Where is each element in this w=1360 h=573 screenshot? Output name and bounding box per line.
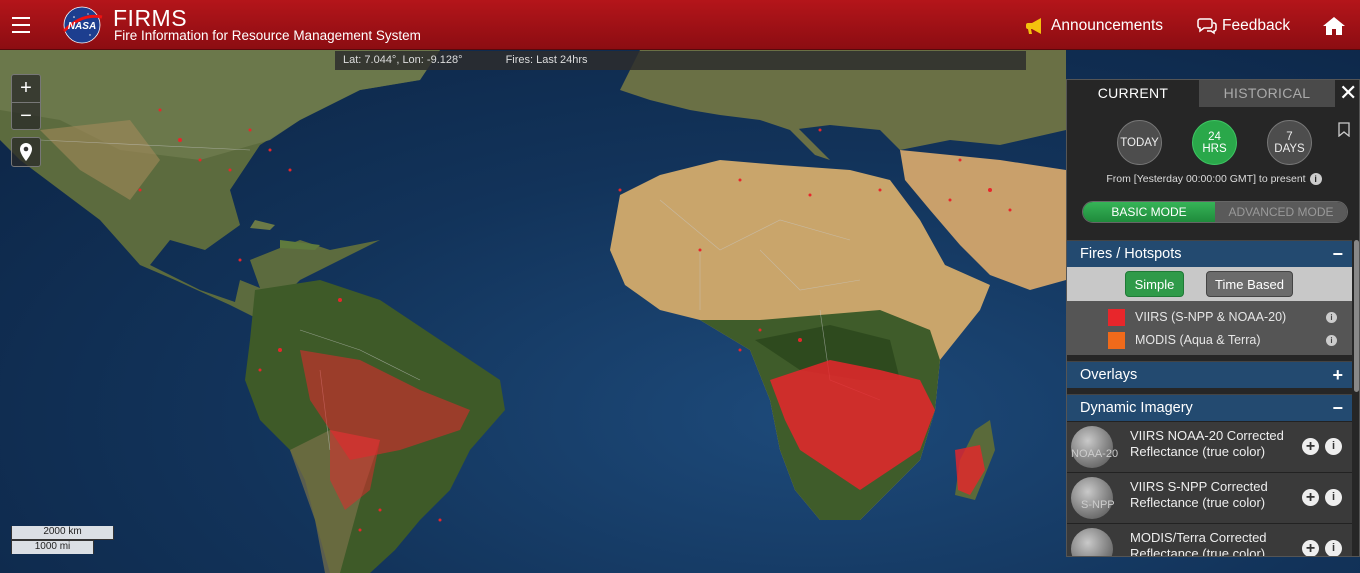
info-icon[interactable]: i <box>1325 540 1342 556</box>
imagery-item[interactable]: MODIS/Terra Corrected Reflectance (true … <box>1067 523 1352 557</box>
top-header: NASA FIRMS Fire Information for Resource… <box>0 0 1360 50</box>
today-button[interactable]: TODAY <box>1117 120 1162 165</box>
imagery-name: MODIS/Terra Corrected Reflectance (true … <box>1130 530 1267 557</box>
scale-bar-mi: 1000 mi <box>11 540 94 554</box>
location-pin-icon <box>20 143 32 161</box>
info-icon[interactable]: i <box>1325 438 1342 455</box>
home-icon[interactable] <box>1322 16 1346 36</box>
time-range-text: From [Yesterday 00:00:00 GMT] to present <box>1106 173 1306 185</box>
info-icon[interactable]: i <box>1326 335 1337 346</box>
announcements-button[interactable]: Announcements <box>1026 17 1163 35</box>
feedback-label: Feedback <box>1222 17 1291 34</box>
modis-label: MODIS (Aqua & Terra) <box>1135 333 1261 347</box>
zoom-out-button[interactable]: − <box>12 102 40 129</box>
chat-bubbles-icon <box>1197 18 1217 35</box>
tab-current[interactable]: CURRENT <box>1067 80 1199 107</box>
today-label: TODAY <box>1120 136 1159 149</box>
nasa-logo[interactable]: NASA <box>60 5 104 45</box>
7days-button[interactable]: 7 DAYS <box>1267 120 1312 165</box>
add-layer-button[interactable]: + <box>1302 489 1319 506</box>
megaphone-icon <box>1026 18 1041 34</box>
viirs-label: VIIRS (S-NPP & NOAA-20) <box>1135 310 1287 324</box>
locate-button[interactable] <box>11 137 41 167</box>
viirs-swatch <box>1108 308 1125 326</box>
legend-modis[interactable]: MODIS (Aqua & Terra) <box>1108 331 1261 349</box>
panel-scrollbar[interactable] <box>1354 240 1359 392</box>
24hrs-button[interactable]: 24 HRS <box>1192 120 1237 165</box>
globe-thumbnail <box>1071 426 1113 468</box>
expand-icon[interactable]: + <box>1332 362 1343 389</box>
time-based-button[interactable]: Time Based <box>1206 271 1293 297</box>
feedback-button[interactable]: Feedback <box>1197 17 1290 35</box>
basic-mode-button[interactable]: BASIC MODE <box>1083 202 1215 222</box>
fires-timespan-text: Fires: Last 24hrs <box>505 54 588 66</box>
thumbnail-label: NOAA-20 <box>1071 448 1119 460</box>
modis-swatch <box>1108 331 1125 349</box>
info-icon[interactable]: i <box>1325 489 1342 506</box>
imagery-name: VIIRS NOAA-20 Corrected Reflectance (tru… <box>1130 428 1284 459</box>
lat-lon-text: Lat: 7.044°, Lon: -9.128° <box>343 54 463 66</box>
fires-hotspots-header[interactable]: Fires / Hotspots − <box>1067 240 1352 267</box>
24hrs-unit: HRS <box>1202 142 1227 155</box>
imagery-item[interactable]: NOAA-20 VIIRS NOAA-20 Corrected Reflecta… <box>1067 421 1352 472</box>
thumbnail-label: S-NPP <box>1081 499 1115 511</box>
7days-unit: DAYS <box>1274 142 1305 155</box>
menu-icon[interactable] <box>12 17 30 33</box>
overlays-header[interactable]: Overlays + <box>1067 361 1352 388</box>
globe-thumbnail <box>1071 528 1113 556</box>
bookmark-icon[interactable] <box>1338 122 1350 137</box>
info-icon[interactable]: i <box>1309 173 1322 185</box>
zoom-in-button[interactable]: + <box>12 75 40 102</box>
overlays-title: Overlays <box>1080 367 1138 383</box>
announcements-label: Announcements <box>1051 17 1164 34</box>
dynamic-imagery-title: Dynamic Imagery <box>1080 400 1193 416</box>
coordinate-readout: Lat: 7.044°, Lon: -9.128° Fires: Last 24… <box>335 51 1026 70</box>
dynamic-imagery-header[interactable]: Dynamic Imagery − <box>1067 394 1352 421</box>
scale-bar-km: 2000 km <box>11 526 114 540</box>
globe-thumbnail <box>1071 477 1113 519</box>
time-range-note: From [Yesterday 00:00:00 GMT] to present… <box>1067 173 1359 185</box>
collapse-icon[interactable]: − <box>1332 395 1343 422</box>
simple-button[interactable]: Simple <box>1125 271 1184 297</box>
fires-hotspots-body: Simple Time Based VIIRS (S-NPP & NOAA-20… <box>1067 267 1352 355</box>
tab-historical[interactable]: HISTORICAL <box>1199 80 1335 107</box>
mode-toggle: BASIC MODE ADVANCED MODE <box>1082 201 1348 223</box>
layers-panel: CURRENT HISTORICAL ✕ TODAY 24 HRS 7 DAYS… <box>1066 79 1360 557</box>
collapse-icon[interactable]: − <box>1332 241 1343 268</box>
app-subtitle: Fire Information for Resource Management… <box>114 28 421 43</box>
legend-viirs[interactable]: VIIRS (S-NPP & NOAA-20) <box>1108 308 1286 326</box>
add-layer-button[interactable]: + <box>1302 438 1319 455</box>
add-layer-button[interactable]: + <box>1302 540 1319 556</box>
advanced-mode-button[interactable]: ADVANCED MODE <box>1215 202 1347 222</box>
imagery-name: VIIRS S-NPP Corrected Reflectance (true … <box>1130 479 1268 510</box>
fire-display-toggle: Simple Time Based <box>1067 267 1352 301</box>
7days-number: 7 <box>1286 130 1293 143</box>
zoom-control: + − <box>11 74 41 130</box>
24hrs-number: 24 <box>1208 130 1221 143</box>
nasa-logo-text: NASA <box>68 21 96 32</box>
imagery-item[interactable]: S-NPP VIIRS S-NPP Corrected Reflectance … <box>1067 472 1352 523</box>
fires-hotspots-title: Fires / Hotspots <box>1080 246 1182 262</box>
info-icon[interactable]: i <box>1326 312 1337 323</box>
panel-tabs: CURRENT HISTORICAL ✕ <box>1067 80 1359 107</box>
close-panel-button[interactable]: ✕ <box>1339 82 1357 104</box>
